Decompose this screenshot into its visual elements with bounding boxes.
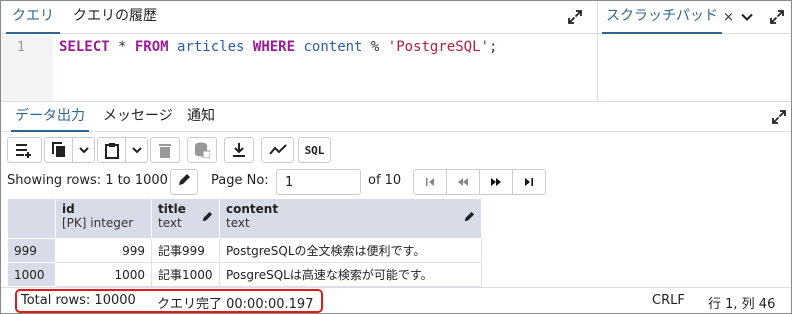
pencil-icon[interactable] [201,211,213,226]
sql-identifier: articles [168,39,253,55]
database-save-icon [194,142,210,158]
delete-button[interactable] [150,137,180,163]
page-count-label: of 10 [368,173,402,188]
column-name: content [226,202,279,216]
sql-label: SQL [304,143,325,157]
chevron-down-icon[interactable] [73,146,94,154]
sql-string: 'PostgreSQL' [387,39,489,55]
page-number-label: Page No: [211,173,269,188]
result-grid-area: id [PK] integer title text content text … [1,197,791,287]
expand-icon[interactable] [771,109,787,125]
rows-range-label: Showing rows: 1 to 1000 [7,173,168,188]
save-data-button[interactable] [187,137,217,163]
result-grid: id [PK] integer title text content text … [7,198,482,287]
column-header-id[interactable]: id [PK] integer [55,198,152,239]
tab-query-history[interactable]: クエリの履歴 [67,1,163,34]
cell-id[interactable]: 1000 [55,262,152,287]
close-icon[interactable]: × [723,1,734,34]
table-row[interactable]: 1000 1000 記事1000 PosgreSQLは高速な検索が可能です。 [7,262,482,287]
line-ending-label: CRLF [652,293,685,308]
sql-keyword: FROM [134,39,169,55]
cursor-position-label: 行 1, 列 46 [708,297,776,312]
chevron-down-icon[interactable] [739,9,755,25]
cell-content[interactable]: PostgreSQLの全文検索は便利です。 [219,238,482,263]
expand-icon[interactable] [567,9,583,25]
query-complete-label: クエリ完了 00:00:00.197 [157,297,314,312]
tab-data-output[interactable]: データ出力 [11,102,89,132]
page-number-input[interactable] [276,169,361,195]
sql-button[interactable]: SQL [298,137,331,163]
sql-editor[interactable]: 1 SELECT * FROM articles WHERE content %… [1,35,597,101]
sql-keyword: WHERE [252,39,296,55]
sql-operator: * [109,39,135,55]
chevron-down-icon[interactable] [126,146,147,154]
sql-code-line[interactable]: SELECT * FROM articles WHERE content % '… [59,39,497,55]
cell-content[interactable]: PosgreSQLは高速な検索が可能です。 [219,262,482,287]
sql-space [379,39,387,55]
last-page-icon[interactable] [513,170,545,194]
page-navigation [413,169,546,195]
next-page-icon[interactable] [480,170,513,194]
cell-id[interactable]: 999 [55,238,152,263]
copy-icon[interactable] [45,142,72,158]
column-header-title[interactable]: title text [151,198,220,239]
row-number[interactable]: 1000 [7,262,56,287]
total-rows-label: Total rows: 10000 [21,293,136,308]
download-icon [232,142,246,158]
column-name: id [62,202,75,216]
paste-button-group [97,137,148,163]
sql-identifier: content [295,39,371,55]
grid-corner[interactable] [7,198,56,239]
table-row[interactable]: 999 999 記事999 PostgreSQLの全文検索は便利です。 [7,238,482,263]
download-button[interactable] [224,137,254,163]
expand-icon[interactable] [769,9,785,25]
previous-page-icon[interactable] [447,170,480,194]
trash-icon [159,143,171,158]
query-tabbar: クエリ クエリの履歴 [1,1,597,34]
paste-icon[interactable] [98,142,125,159]
cell-title[interactable]: 記事999 [151,238,220,263]
scratch-tabbar: スクラッチパッド × [598,1,791,34]
column-type: [PK] integer [62,216,134,230]
sql-keyword: SELECT [59,39,110,55]
line-number: 1 [17,40,25,55]
add-row-icon [15,142,35,158]
column-header-content[interactable]: content text [219,198,482,239]
add-row-button[interactable] [7,137,42,163]
pagination-bar: Showing rows: 1 to 1000 Page No: of 10 [1,167,791,197]
tab-notifications[interactable]: 通知 [183,102,219,132]
first-page-icon[interactable] [414,170,447,194]
tab-scratch-pad[interactable]: スクラッチパッド [602,1,722,34]
edit-range-button[interactable] [170,169,198,195]
line-gutter: 1 [1,35,53,101]
query-panel: クエリ クエリの履歴 スクラッチパッド × 1 SELECT * FROM ar… [1,1,791,101]
column-type: text [226,216,250,230]
tab-query[interactable]: クエリ [6,1,60,34]
result-toolbar: SQL [1,133,791,167]
tab-messages[interactable]: メッセージ [99,102,177,132]
result-tabbar: データ出力 メッセージ 通知 [1,102,791,132]
pencil-icon[interactable] [463,211,475,226]
line-chart-icon [268,144,287,156]
status-bar: Total rows: 10000 クエリ完了 00:00:00.197 CRL… [1,287,791,313]
cell-title[interactable]: 記事1000 [151,262,220,287]
sql-semicolon: ; [488,39,498,55]
row-number[interactable]: 999 [7,238,56,263]
graph-visualiser-button[interactable] [261,137,294,163]
copy-button-group [44,137,95,163]
pencil-icon [177,173,191,191]
